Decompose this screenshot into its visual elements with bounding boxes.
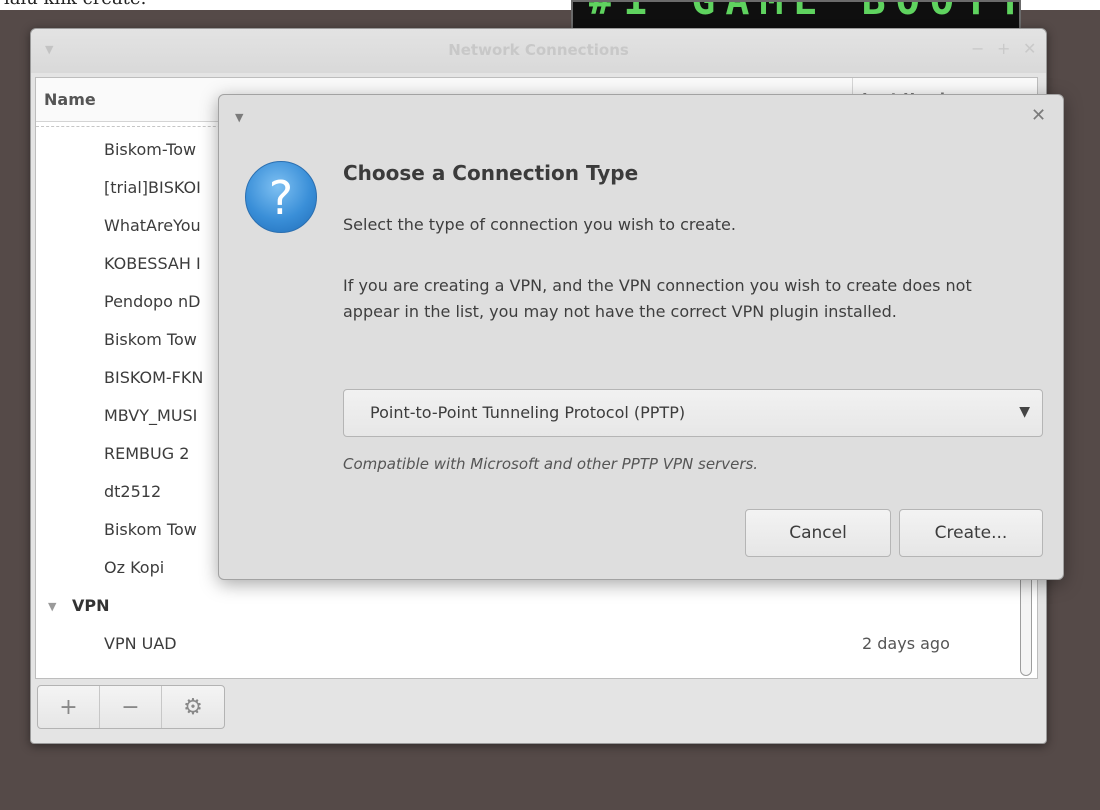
dialog-heading: Choose a Connection Type (343, 161, 639, 185)
terminal-text: #1 GAME BOOTT (589, 0, 1021, 24)
connection-name: BISKOM-FKN (104, 368, 204, 387)
background-terminal: #1 GAME BOOTT (571, 0, 1021, 30)
connection-type-dropdown[interactable]: Point-to-Point Tunneling Protocol (PPTP)… (343, 389, 1043, 437)
connection-name: dt2512 (104, 482, 162, 501)
background-document-text: lalu klik create. (4, 0, 146, 9)
connection-name: WhatAreYou (104, 216, 201, 235)
dialog-paragraph: If you are creating a VPN, and the VPN c… (343, 276, 972, 321)
question-icon: ? (245, 161, 317, 233)
connection-type-selected: Point-to-Point Tunneling Protocol (PPTP) (370, 403, 686, 422)
dialog-menu-icon[interactable]: ▼ (235, 111, 243, 124)
connection-name: KOBESSAH I (104, 254, 201, 273)
connection-name: Pendopo nD (104, 292, 201, 311)
connection-name: Oz Kopi (104, 558, 165, 577)
chevron-down-icon: ▼ (1019, 404, 1030, 420)
group-label: VPN (72, 596, 110, 615)
connection-name: [trial]BISKOI (104, 178, 201, 197)
window-titlebar[interactable]: ▼ Network Connections − + ✕ (31, 29, 1046, 73)
connection-name: Biskom-Tow (104, 140, 197, 159)
list-item[interactable]: VPN UAD 2 days ago (36, 626, 1016, 664)
settings-gear-icon[interactable]: ⚙ (162, 686, 224, 728)
group-header-vpn[interactable]: ▼ VPN (36, 588, 1016, 626)
cancel-button[interactable]: Cancel (745, 509, 891, 557)
dialog-close-icon[interactable]: ✕ (1031, 105, 1046, 126)
create-button[interactable]: Create... (899, 509, 1043, 557)
window-title: Network Connections (448, 41, 629, 59)
remove-connection-button[interactable]: − (100, 686, 162, 728)
connection-name: VPN UAD (104, 634, 177, 653)
maximize-icon[interactable]: + (997, 39, 1010, 58)
close-icon[interactable]: ✕ (1023, 39, 1036, 58)
minimize-icon[interactable]: − (971, 39, 984, 58)
column-name-header[interactable]: Name (44, 90, 96, 109)
group-divider (36, 126, 236, 127)
expander-triangle-icon[interactable]: ▼ (48, 600, 56, 613)
add-connection-button[interactable]: + (38, 686, 100, 728)
connection-type-description: Compatible with Microsoft and other PPTP… (343, 455, 759, 473)
connection-toolbar: + − ⚙ (37, 685, 225, 729)
choose-connection-type-dialog: ▼ ✕ ? Choose a Connection Type Select th… (218, 94, 1064, 580)
connection-name: Biskom Tow (104, 330, 197, 349)
connection-name: REMBUG 2 (104, 444, 190, 463)
dialog-subtitle: Select the type of connection you wish t… (343, 215, 736, 234)
connection-last-used: 2 days ago (862, 634, 950, 653)
connection-name: Biskom Tow (104, 520, 197, 539)
connection-name: MBVY_MUSI (104, 406, 198, 425)
